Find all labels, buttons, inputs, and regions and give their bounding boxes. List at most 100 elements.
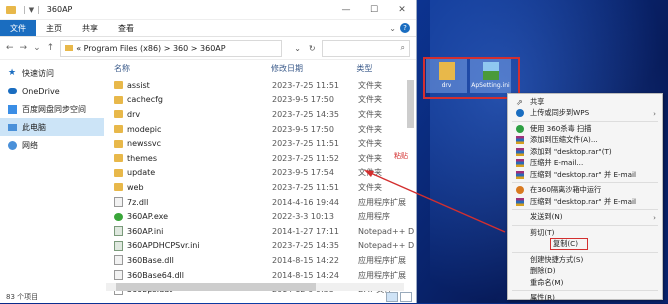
tab-home[interactable]: 主页: [36, 20, 72, 36]
forward-arrow-icon[interactable]: →: [20, 43, 28, 53]
expand-ribbon-icon[interactable]: ⌄: [389, 24, 396, 33]
folder-icon: [114, 140, 123, 148]
nav-item-network[interactable]: 网络: [0, 136, 104, 154]
context-menu-item-2[interactable]: 使用 360杀毒 扫描: [508, 123, 662, 135]
nav-item-onedrive[interactable]: OneDrive: [0, 82, 104, 100]
refresh-icon[interactable]: ↻: [309, 44, 316, 53]
context-menu-label: 压缩到 "desktop.rar" 并 E-mail: [530, 170, 636, 180]
window-controls: — ☐ ✕: [332, 0, 416, 19]
up-arrow-icon[interactable]: ↑: [47, 43, 55, 53]
wps-cloud-icon: [516, 109, 524, 117]
scroll-thumb[interactable]: [116, 283, 316, 291]
context-menu-label: 添加到压缩文件(A)...: [530, 135, 598, 145]
file-row[interactable]: 7z.dll2014-4-16 19:44应用程序扩展: [106, 195, 416, 210]
file-date: 2023-7-25 11:52: [272, 154, 358, 163]
exe-file-icon: [114, 213, 123, 221]
file-row[interactable]: 360APDHCPSvr.ini2023-7-25 14:35Notepad++…: [106, 239, 416, 254]
column-header-name[interactable]: 名称: [106, 63, 271, 74]
file-name: 360AP.exe: [127, 212, 168, 221]
status-bar: 83 个项目: [0, 291, 416, 303]
file-name: 360Base64.dll: [127, 271, 184, 280]
minimize-button[interactable]: —: [332, 0, 360, 19]
dll-file-icon: [114, 197, 123, 207]
context-menu-item-15[interactable]: 属性(R): [508, 293, 662, 304]
file-row[interactable]: cachecfg2023-9-5 17:50文件夹: [106, 93, 416, 108]
file-row[interactable]: 360Base.dll2014-8-15 14:22应用程序扩展: [106, 253, 416, 268]
context-menu-item-1[interactable]: 上传或同步到WPS›: [508, 108, 662, 120]
column-header-date[interactable]: 修改日期: [271, 63, 356, 74]
context-menu-label: 压缩到 "desktop.rar" 并 E-mail: [530, 197, 636, 207]
context-menu-item-9[interactable]: 发送到(N)›: [508, 212, 662, 224]
help-icon[interactable]: ?: [400, 23, 410, 33]
recent-chevron-icon[interactable]: ⌄: [33, 43, 41, 53]
tab-view[interactable]: 查看: [108, 20, 144, 36]
address-dropdown-icon[interactable]: ⌄: [294, 44, 301, 53]
file-date: 2014-1-27 17:11: [272, 227, 358, 236]
file-list: 名称 修改日期 类型 assist2023-7-25 11:51文件夹cache…: [106, 58, 416, 303]
file-row[interactable]: 360Base64.dll2014-8-15 14:24应用程序扩展: [106, 268, 416, 283]
file-row[interactable]: themes2023-7-25 11:52文件夹: [106, 151, 416, 166]
context-menu-item-7[interactable]: 在360隔离沙箱中运行: [508, 185, 662, 197]
folder-icon: [114, 81, 123, 89]
context-menu-item-14[interactable]: 重命名(M): [508, 277, 662, 289]
context-menu-label: 复制(C): [550, 238, 588, 250]
file-row[interactable]: update2023-9-5 17:54文件夹: [106, 166, 416, 181]
large-icons-view-icon[interactable]: [400, 292, 412, 302]
nav-item-this-pc[interactable]: 此电脑: [0, 118, 104, 136]
file-name: newssvc: [127, 139, 161, 148]
context-menu-item-5[interactable]: 压缩并 E-mail...: [508, 158, 662, 170]
vertical-scrollbar[interactable]: [407, 80, 414, 277]
file-row[interactable]: modepic2023-9-5 17:50文件夹: [106, 122, 416, 137]
nav-item-baidu-sync[interactable]: 百度网盘同步空间: [0, 100, 104, 118]
column-header-type[interactable]: 类型: [356, 63, 416, 74]
context-menu-label: 使用 360杀毒 扫描: [530, 124, 591, 134]
tab-file[interactable]: 文件: [0, 20, 36, 36]
file-date: 2014-8-15 14:24: [272, 271, 358, 280]
winrar-icon: [516, 159, 524, 167]
context-menu-item-10[interactable]: 剪切(T): [508, 227, 662, 239]
context-menu-item-13[interactable]: 删除(D): [508, 266, 662, 278]
item-count: 83 个项目: [6, 292, 38, 302]
file-row[interactable]: web2023-7-25 11:51文件夹: [106, 180, 416, 195]
explorer-window: | ▼ | 360AP — ☐ ✕ 文件 主页 共享 查看 ⌄ ? ← → ⌄ …: [0, 0, 417, 303]
file-row[interactable]: 360AP.ini2014-1-27 17:11Notepad++ D: [106, 224, 416, 239]
file-row[interactable]: drv2023-7-25 14:35文件夹: [106, 107, 416, 122]
file-name: assist: [127, 81, 150, 90]
context-menu-item-12[interactable]: 创建快捷方式(S): [508, 254, 662, 266]
context-menu-item-11[interactable]: 复制(C): [508, 239, 662, 251]
folder-icon: [6, 6, 16, 14]
scroll-thumb[interactable]: [407, 80, 414, 128]
ini-file-icon: [114, 241, 123, 251]
address-bar[interactable]: « Program Files (x86) > 360 > 360AP: [60, 40, 282, 57]
context-menu-item-4[interactable]: 添加到 "desktop.rar"(T): [508, 146, 662, 158]
context-menu-item-6[interactable]: 压缩到 "desktop.rar" 并 E-mail: [508, 169, 662, 181]
dll-file-icon: [114, 270, 123, 280]
tab-share[interactable]: 共享: [72, 20, 108, 36]
context-menu-label: 上传或同步到WPS: [530, 108, 589, 118]
context-menu-item-8[interactable]: 压缩到 "desktop.rar" 并 E-mail: [508, 196, 662, 208]
file-date: 2023-9-5 17:50: [272, 95, 358, 104]
nav-item-quick-access[interactable]: ★ 快速访问: [0, 64, 104, 82]
cloud-icon: [8, 88, 17, 94]
file-row[interactable]: assist2023-7-25 11:51文件夹: [106, 78, 416, 93]
share-icon: ⇗: [516, 98, 524, 106]
360-scan-icon: [516, 125, 524, 133]
folder-icon: [114, 154, 123, 162]
horizontal-scrollbar[interactable]: [106, 283, 404, 291]
context-menu-item-3[interactable]: 添加到压缩文件(A)...: [508, 135, 662, 147]
star-icon: ★: [8, 69, 17, 78]
context-menu-item-0[interactable]: ⇗共享: [508, 96, 662, 108]
quick-access-dropdown-icon[interactable]: ▼: [29, 6, 34, 14]
winrar-icon: [516, 148, 524, 156]
file-row[interactable]: newssvc2023-7-25 11:51文件夹: [106, 136, 416, 151]
close-button[interactable]: ✕: [388, 0, 416, 19]
search-box[interactable]: ⌕: [322, 40, 410, 57]
file-row[interactable]: 360AP.exe2022-3-3 10:13应用程序: [106, 209, 416, 224]
nav-item-label: 此电脑: [22, 122, 46, 133]
menu-separator: [512, 121, 658, 122]
details-view-icon[interactable]: [386, 292, 398, 302]
back-arrow-icon[interactable]: ←: [6, 43, 14, 53]
maximize-button[interactable]: ☐: [360, 0, 388, 19]
sandbox-icon: [516, 186, 524, 194]
file-name: 360Base.dll: [127, 256, 174, 265]
